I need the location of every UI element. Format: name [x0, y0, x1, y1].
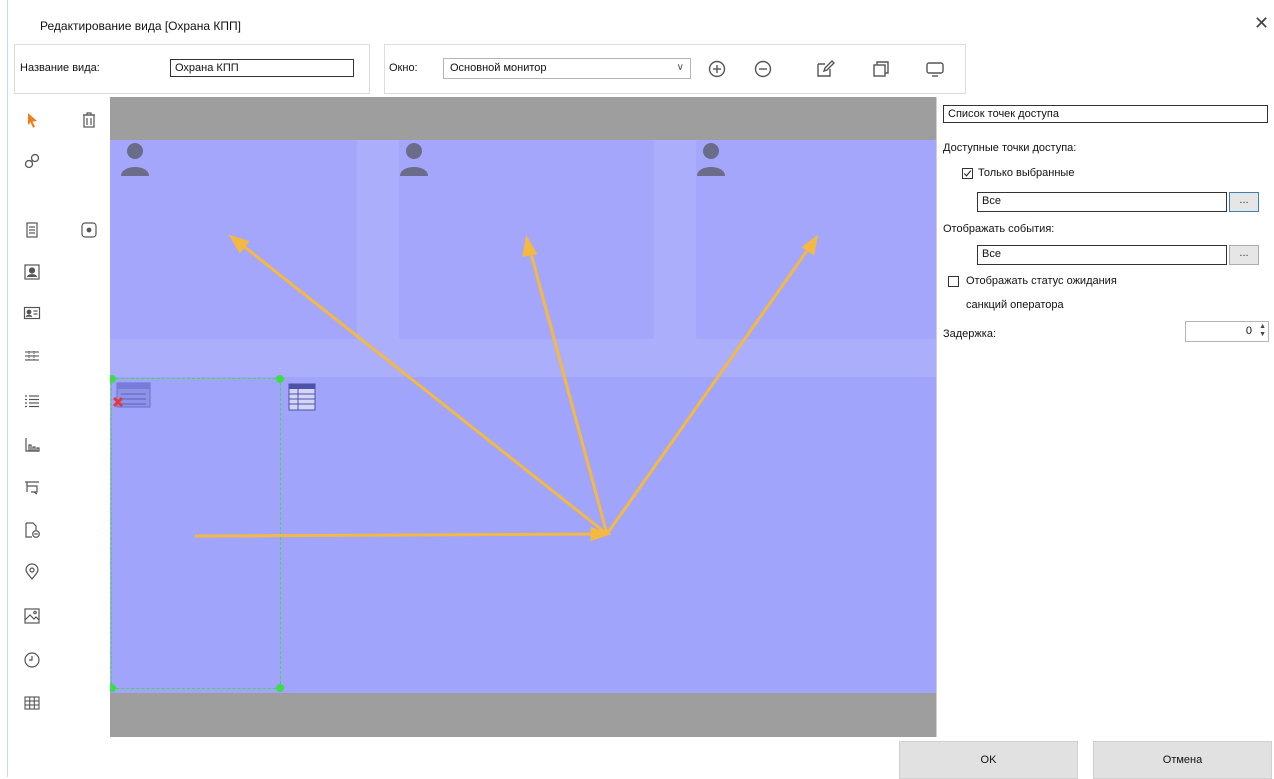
arrow-head: [522, 234, 538, 257]
cursor-icon[interactable]: [21, 109, 43, 131]
delay-label: Задержка:: [943, 328, 997, 340]
show-status-label: Отображать статус ожидания: [966, 275, 1117, 287]
spin-up-icon[interactable]: ▲: [1259, 323, 1266, 330]
clock-icon[interactable]: [21, 649, 43, 671]
list-icon[interactable]: [21, 390, 43, 412]
id-card-icon[interactable]: [21, 302, 43, 324]
annotation-arrows: [194, 234, 819, 542]
available-points-label: Доступные точки доступа:: [943, 142, 1077, 154]
window-border: [7, 0, 8, 777]
points-browse-button[interactable]: ...: [1229, 192, 1259, 212]
arrow-line: [525, 238, 609, 535]
edit-icon[interactable]: [813, 57, 837, 81]
window-group: Окно: Основной монитор ∨: [384, 44, 966, 94]
events-browse-button[interactable]: ...: [1229, 245, 1259, 265]
delay-value: 0: [1245, 325, 1252, 337]
window-label: Окно:: [389, 62, 418, 74]
document-add-icon[interactable]: [21, 519, 43, 541]
edit-view-dialog: Редактирование вида [Охрана КПП] ✕ Назва…: [0, 0, 1274, 779]
view-name-input[interactable]: Охрана КПП: [170, 59, 354, 77]
cancel-button[interactable]: Отмена: [1093, 741, 1272, 779]
delay-stepper[interactable]: 0 ▲ ▼: [1185, 321, 1269, 342]
chevron-down-icon: ∨: [676, 62, 684, 73]
only-selected-checkbox[interactable]: [962, 168, 973, 179]
zoom-in-icon[interactable]: [705, 57, 729, 81]
show-events-label: Отображать события:: [943, 223, 1055, 235]
close-icon[interactable]: ✕: [1254, 14, 1269, 32]
widget-name-input[interactable]: Список точек доступа: [943, 105, 1268, 123]
monitor-layout: [110, 140, 936, 693]
point-icon[interactable]: [78, 219, 100, 241]
show-status-checkbox[interactable]: [948, 276, 959, 287]
arrow-line: [605, 237, 818, 535]
window-select-value: Основной монитор: [450, 62, 547, 74]
person-photo-icon[interactable]: [21, 261, 43, 283]
view-name-group: Название вида: Охрана КПП: [14, 44, 370, 94]
dialog-title: Редактирование вида [Охрана КПП]: [40, 19, 241, 33]
chart-icon[interactable]: [21, 434, 43, 456]
map-marker-icon[interactable]: [21, 561, 43, 583]
monitor-icon[interactable]: [923, 57, 947, 81]
arrow-line: [231, 235, 608, 536]
show-status-label-cont: санкций оператора: [966, 299, 1064, 311]
only-selected-label: Только выбранные: [978, 167, 1075, 179]
image-icon[interactable]: [21, 605, 43, 627]
grid-icon[interactable]: [21, 692, 43, 714]
events-value-input[interactable]: Все: [977, 245, 1227, 265]
properties-panel: Список точек доступа Доступные точки дос…: [936, 97, 1274, 737]
gauge-icon[interactable]: [21, 476, 43, 498]
window-select[interactable]: Основной монитор ∨: [443, 58, 691, 79]
view-canvas[interactable]: [110, 97, 936, 737]
trash-icon[interactable]: [78, 109, 100, 131]
points-value-input[interactable]: Все: [977, 192, 1227, 212]
arrow-line: [194, 532, 608, 538]
document-icon[interactable]: [21, 219, 43, 241]
view-name-label: Название вида:: [20, 62, 100, 74]
link-icon[interactable]: [21, 150, 43, 172]
table-rows-icon[interactable]: [21, 345, 43, 367]
zoom-out-icon[interactable]: [751, 57, 775, 81]
spin-down-icon[interactable]: ▼: [1259, 331, 1266, 338]
ok-button[interactable]: OK: [899, 741, 1078, 779]
copy-icon[interactable]: [869, 57, 893, 81]
